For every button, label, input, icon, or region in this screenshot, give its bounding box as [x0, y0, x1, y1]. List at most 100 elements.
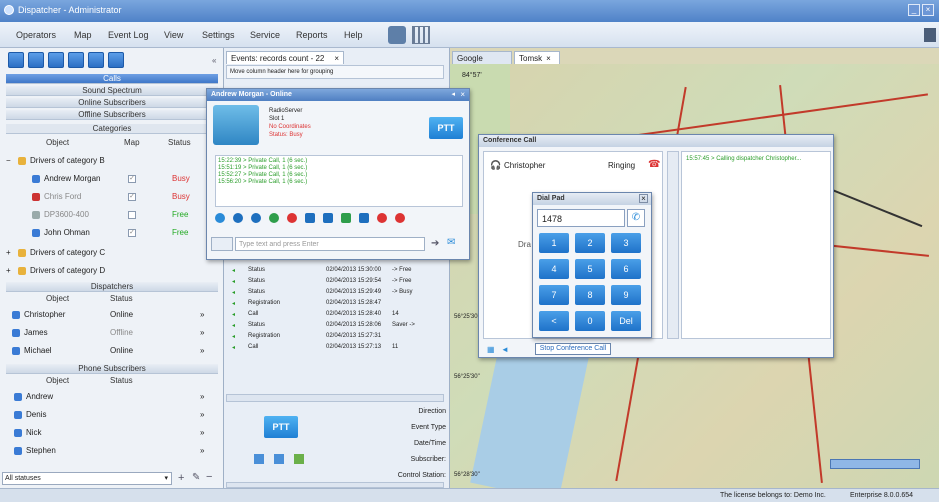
key-5[interactable]: 5	[575, 259, 605, 279]
event-row[interactable]: ◂ Status 02/04/2013 15:29:54 -> Free	[228, 276, 444, 287]
group-row-b[interactable]: − Drivers of category B	[6, 152, 218, 170]
globe-icon[interactable]	[269, 213, 279, 223]
col-status[interactable]: Status	[110, 376, 133, 385]
col-object[interactable]: Object	[46, 376, 69, 385]
send-icon[interactable]: ➔	[431, 238, 439, 249]
expand-icon[interactable]: −	[6, 156, 11, 165]
subscriber-row[interactable]: Chris Ford ✓ Busy	[6, 188, 218, 206]
offline-subscribers-section[interactable]: Offline Subscribers	[6, 110, 218, 120]
tab-tomsk[interactable]: Tomsk ×	[514, 51, 560, 64]
menu-view[interactable]: View	[164, 30, 183, 40]
online-subscribers-section[interactable]: Online Subscribers	[6, 98, 218, 108]
dispatcher-row[interactable]: James Offline »	[6, 324, 218, 342]
message-icon[interactable]	[254, 454, 264, 464]
menu-help[interactable]: Help	[344, 30, 363, 40]
horizontal-scrollbar[interactable]	[226, 394, 444, 402]
chevron-right-icon[interactable]: »	[200, 446, 204, 455]
call-icon[interactable]	[215, 213, 225, 223]
ptt-button[interactable]: PTT	[264, 416, 298, 438]
dispatchers-section[interactable]: Dispatchers	[6, 282, 218, 292]
phone-row[interactable]: Denis »	[6, 406, 218, 424]
edit-icon[interactable]: ✎	[192, 472, 200, 483]
expand-icon[interactable]: +	[6, 248, 11, 257]
close-icon[interactable]: ×	[639, 194, 648, 203]
hierarchy-icon[interactable]	[68, 52, 84, 68]
splitter[interactable]	[667, 151, 679, 339]
user-icon[interactable]	[28, 52, 44, 68]
status-filter-select[interactable]: All statuses ▾	[2, 472, 172, 485]
menu-service[interactable]: Service	[250, 30, 280, 40]
chevron-right-icon[interactable]: »	[200, 428, 204, 437]
close-icon[interactable]: ×	[546, 54, 551, 63]
expand-icon[interactable]: +	[6, 266, 11, 275]
dispatcher-row[interactable]: Michael Online »	[6, 342, 218, 360]
event-row[interactable]: ◂ Status 02/04/2013 15:30:00 -> Free	[228, 265, 444, 276]
chevron-right-icon[interactable]: »	[200, 410, 204, 419]
phone-icon[interactable]	[233, 213, 243, 223]
subscriber-row[interactable]: DP3600-400 Free	[6, 206, 218, 224]
collapse-icon[interactable]: «	[212, 56, 216, 65]
menu-map[interactable]: Map	[74, 30, 92, 40]
map-checkbox[interactable]	[128, 211, 136, 219]
user-add-icon[interactable]	[48, 52, 64, 68]
key-3[interactable]: 3	[611, 233, 641, 253]
key-7[interactable]: 7	[539, 285, 569, 305]
card-icon[interactable]	[108, 52, 124, 68]
key-4[interactable]: 4	[539, 259, 569, 279]
calls-section[interactable]: Calls	[6, 74, 218, 84]
phone-row[interactable]: Andrew »	[6, 388, 218, 406]
chevron-right-icon[interactable]: »	[200, 310, 204, 319]
col-status[interactable]: Status	[110, 294, 133, 303]
tab-google-map[interactable]: Google Map×	[452, 51, 512, 72]
menu-reports[interactable]: Reports	[296, 30, 328, 40]
map-scrollbar[interactable]	[830, 459, 920, 469]
close-button[interactable]: ×	[922, 4, 934, 16]
contact-card-icon[interactable]	[274, 454, 284, 464]
pin-icon[interactable]: ◂	[451, 90, 455, 98]
key-0[interactable]: 0	[575, 311, 605, 331]
dispatcher-row[interactable]: Christopher Online »	[6, 306, 218, 324]
key-1[interactable]: 1	[539, 233, 569, 253]
key-2[interactable]: 2	[575, 233, 605, 253]
headset-icon[interactable]	[88, 52, 104, 68]
add-icon[interactable]: +	[178, 472, 184, 484]
close-icon[interactable]: ×	[334, 54, 339, 63]
dial-phone-icon[interactable]: ✆	[627, 209, 645, 227]
event-row[interactable]: ◂ Status 02/04/2013 15:29:49 -> Busy	[228, 287, 444, 298]
col-object[interactable]: Object	[46, 294, 69, 303]
event-row[interactable]: ◂ Call 02/04/2013 15:27:13 11	[228, 342, 444, 353]
transfer-icon[interactable]	[359, 213, 369, 223]
panel-icon[interactable]	[924, 28, 936, 42]
group-row-c[interactable]: + Drivers of category C	[6, 244, 218, 262]
group-icon[interactable]	[341, 213, 351, 223]
subscriber-row[interactable]: Andrew Morgan ✓ Busy	[6, 170, 218, 188]
cart-icon[interactable]	[294, 454, 304, 464]
search-icon[interactable]	[395, 213, 405, 223]
users-icon[interactable]	[388, 26, 406, 44]
chevron-right-icon[interactable]: »	[200, 392, 204, 401]
tab-events[interactable]: Events: records count - 22 ×	[226, 51, 344, 64]
chart-icon[interactable]	[211, 237, 233, 251]
col-map[interactable]: Map	[124, 138, 140, 147]
hangup-icon[interactable]: ☎	[648, 159, 660, 170]
message-input[interactable]: Type text and press Enter	[235, 237, 425, 251]
remove-icon[interactable]: −	[206, 471, 212, 483]
speaker-icon[interactable]: ◄	[501, 345, 509, 354]
thumb-up-icon[interactable]	[323, 213, 333, 223]
number-input[interactable]: 1478	[537, 209, 625, 227]
chevron-right-icon[interactable]: »	[200, 346, 204, 355]
tree-icon[interactable]	[8, 52, 24, 68]
event-row[interactable]: ◂ Registration 02/04/2013 15:28:47	[228, 298, 444, 309]
minimize-button[interactable]: _	[908, 4, 920, 16]
event-row[interactable]: ◂ Call 02/04/2013 15:28:40 14	[228, 309, 444, 320]
stop-conference-button[interactable]: Stop Conference Call	[535, 343, 611, 355]
menu-settings[interactable]: Settings	[202, 30, 235, 40]
headset-icon[interactable]	[251, 213, 261, 223]
group-row-d[interactable]: + Drivers of category D	[6, 262, 218, 280]
key-6[interactable]: 6	[611, 259, 641, 279]
event-row[interactable]: ◂ Registration 02/04/2013 15:27:31	[228, 331, 444, 342]
ptt-button[interactable]: PTT	[429, 117, 463, 139]
menu-operators[interactable]: Operators	[16, 30, 56, 40]
key-8[interactable]: 8	[575, 285, 605, 305]
grid-icon[interactable]	[412, 26, 430, 44]
